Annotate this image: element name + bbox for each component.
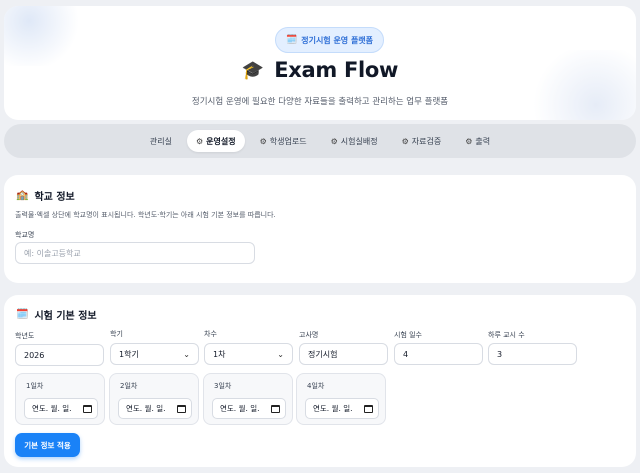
year-label: 학년도 [15,332,35,340]
chevron-down-icon: ⌄ [183,349,190,359]
semester-value: 1학기 [119,349,139,359]
date-input[interactable]: 연도. 월. 일. [24,398,98,419]
main-nav: 관리실 ⚙ 운영설정 ⚙ 학생업로드 ⚙ 시험실배정 ⚙ 자료검증 ⚙ 출력 [4,124,636,158]
tab-room-assignment[interactable]: ⚙ 시험실배정 [322,130,387,152]
round-label: 차수 [204,330,217,338]
school-icon: 🏫 [16,190,29,201]
periods-input[interactable]: 3 [488,343,577,365]
apply-basic-info-button[interactable]: 기본 정보 적용 [15,433,80,457]
section-heading: 🏫 학교 정보 [16,188,75,203]
tab-student-upload[interactable]: ⚙ 학생업로드 [251,130,316,152]
exam-basic-info-card: 🗓️ 시험 기본 정보 학년도 2026 학기 1학기 ⌄ 차수 1차 ⌄ 고사… [4,295,636,467]
hero-header: 🗓️ 정기시험 운영 플랫폼 🎓 Exam Flow 정기시험 운영에 필요한 … [4,6,636,120]
calendar-icon[interactable] [83,404,92,413]
date-value: 연도. 월. 일. [313,404,353,413]
calendar-icon: 🗓️ [286,35,298,45]
page-title: 🎓 Exam Flow [4,58,636,82]
section-description: 출력물·엑셀 상단에 학교명이 표시됩니다. 학년도·학기는 아래 시험 기본 … [15,211,276,219]
tab-label: 학생업로드 [269,136,307,146]
day-3-date: 3일차 연도. 월. 일. [203,373,293,425]
tab-label: 출력 [475,136,491,146]
school-info-card: 🏫 학교 정보 출력물·엑셀 상단에 학교명이 표시됩니다. 학년도·학기는 아… [4,175,636,283]
day-label: 2일차 [120,382,138,390]
gear-icon: ⚙ [330,136,338,146]
decorative-glow [4,6,84,66]
calendar-icon[interactable] [271,404,280,413]
school-name-input[interactable]: 예: 이솔고등학교 [15,242,255,264]
section-title: 시험 기본 정보 [34,311,97,322]
tab-label: 운영설정 [206,136,236,146]
gear-icon: ⚙ [259,136,267,146]
date-input[interactable]: 연도. 월. 일. [212,398,286,419]
exam-days-input[interactable]: 4 [394,343,483,365]
school-name-label: 학교명 [15,231,35,239]
date-input[interactable]: 연도. 월. 일. [305,398,379,419]
semester-select[interactable]: 1학기 ⌄ [110,343,199,365]
page-title-text: Exam Flow [274,58,399,82]
periods-label: 하루 교시 수 [488,331,525,339]
exam-name-label: 고사명 [299,331,319,339]
section-heading: 🗓️ 시험 기본 정보 [16,307,97,322]
tab-label: 시험실배정 [340,136,378,146]
day-label: 4일차 [307,382,325,390]
date-value: 연도. 월. 일. [32,404,72,413]
platform-badge: 🗓️ 정기시험 운영 플랫폼 [275,27,385,53]
calendar-icon[interactable] [364,404,373,413]
date-input[interactable]: 연도. 월. 일. [118,398,192,419]
day-4-date: 4일차 연도. 월. 일. [296,373,386,425]
calendar-icon[interactable] [177,404,186,413]
gear-icon: ⚙ [401,136,409,146]
exam-days-label: 시험 일수 [394,331,422,339]
tab-label: 관리실 [149,136,172,146]
round-value: 1차 [213,349,226,359]
chevron-down-icon: ⌄ [277,349,284,359]
tab-settings[interactable]: ⚙ 운영설정 [186,130,245,152]
round-select[interactable]: 1차 ⌄ [204,343,293,365]
day-label: 3일차 [214,382,232,390]
exam-name-input[interactable]: 정기시험 [299,343,388,365]
tab-data-validation[interactable]: ⚙ 자료검증 [393,130,451,152]
day-label: 1일차 [26,382,44,390]
day-1-date: 1일차 연도. 월. 일. [15,373,105,425]
gear-icon: ⚙ [195,136,204,146]
tab-label: 자료검증 [411,136,442,146]
date-value: 연도. 월. 일. [126,404,166,413]
section-title: 학교 정보 [34,192,75,203]
tab-management[interactable]: 관리실 [141,130,181,152]
date-value: 연도. 월. 일. [220,404,260,413]
page-subtitle: 정기시험 운영에 필요한 다양한 자료들을 출력하고 관리하는 업무 플랫폼 [191,97,449,107]
day-2-date: 2일차 연도. 월. 일. [109,373,199,425]
tab-print[interactable]: ⚙ 출력 [456,130,499,152]
calendar-icon: 🗓️ [16,309,29,320]
year-input[interactable]: 2026 [15,344,104,366]
semester-label: 학기 [110,330,123,338]
platform-badge-label: 정기시험 운영 플랫폼 [301,35,374,45]
gear-icon: ⚙ [465,136,473,146]
graduation-cap-icon: 🎓 [241,59,265,81]
